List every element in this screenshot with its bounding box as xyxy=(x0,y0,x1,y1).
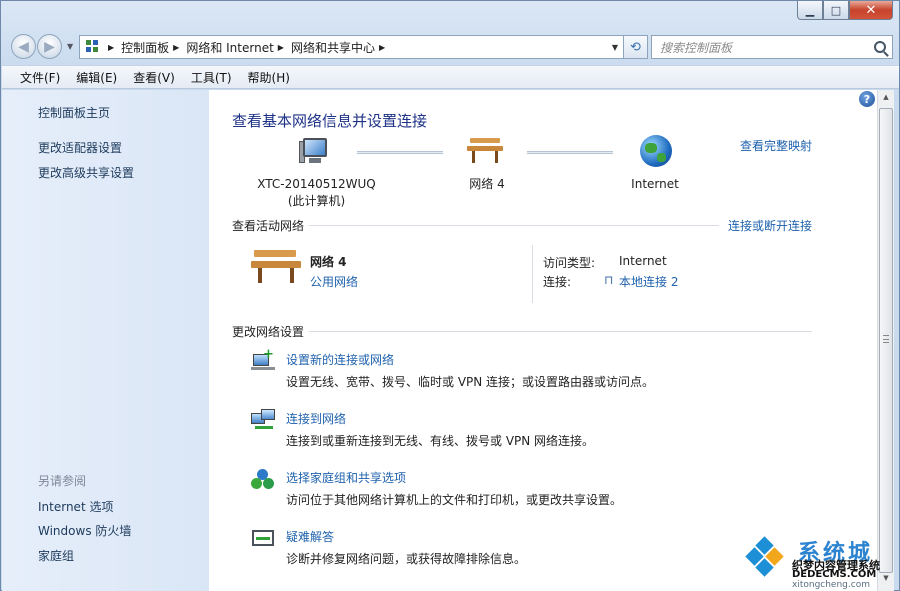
view-full-map-link[interactable]: 查看完整映射 xyxy=(740,137,812,154)
watermark-url: xitongcheng.com xyxy=(792,580,870,590)
ethernet-plug-icon: ⊓ xyxy=(604,273,614,287)
map-computer-label: XTC-20140512WUQ (此计算机) xyxy=(249,176,384,210)
control-panel-icon xyxy=(86,40,100,54)
task-troubleshoot-desc: 诊断并修复网络问题，或获得故障排除信息。 xyxy=(286,552,527,566)
back-button[interactable]: ◀ xyxy=(11,34,36,59)
task-troubleshoot-link[interactable]: 疑难解答 xyxy=(286,528,334,545)
task-homegroup-desc: 访问位于其他网络计算机上的文件和打印机，或更改共享设置。 xyxy=(286,493,623,507)
caption-buttons: ▁ □ ✕ xyxy=(797,1,893,20)
help-icon[interactable]: ? xyxy=(859,91,875,107)
watermark-logo-icon xyxy=(745,536,786,579)
breadcrumb-item[interactable]: 网络和共享中心 xyxy=(291,39,375,56)
minimize-button[interactable]: ▁ xyxy=(797,1,823,20)
access-type-label: 访问类型: xyxy=(543,256,596,270)
navigation-bar: ◀ ▶ ▼ ▶ 控制面板 ▶ 网络和 Internet ▶ 网络和共享中心 ▶ ▼ ⟲… xyxy=(9,32,894,60)
refresh-icon: ⟲ xyxy=(630,39,641,55)
menu-view[interactable]: 查看(V) xyxy=(125,67,183,88)
computer-icon xyxy=(299,138,331,166)
close-button[interactable]: ✕ xyxy=(849,1,893,20)
see-also-heading: 另请参阅 xyxy=(38,474,87,488)
forward-arrow-icon: ▶ xyxy=(44,38,55,55)
watermark: 系统城 织梦内容管理系统 DEDECMS.COM xitongcheng.com xyxy=(745,535,896,590)
connect-network-icon xyxy=(251,409,275,431)
active-network-name: 网络 4 xyxy=(310,255,347,269)
refresh-button[interactable]: ⟲ xyxy=(624,35,648,59)
map-network-label: 网络 4 xyxy=(469,177,505,191)
change-settings-heading: 更改网络设置 xyxy=(232,325,305,339)
computer-name: XTC-20140512WUQ xyxy=(257,177,376,191)
chevron-right-icon[interactable]: ▶ xyxy=(278,43,284,52)
scroll-up-icon[interactable]: ▲ xyxy=(878,93,894,107)
network-type-link[interactable]: 公用网络 xyxy=(310,273,358,290)
sidebar-windows-firewall[interactable]: Windows 防火墙 xyxy=(38,522,131,539)
network-bench-icon xyxy=(467,138,503,164)
internet-globe-icon xyxy=(640,135,672,167)
task-homegroup-link[interactable]: 选择家庭组和共享选项 xyxy=(286,469,406,486)
task-setup-connection-desc: 设置无线、宽带、拨号、临时或 VPN 连接；或设置路由器或访问点。 xyxy=(286,375,655,389)
sidebar-control-panel-home[interactable]: 控制面板主页 xyxy=(38,104,110,121)
divider xyxy=(309,225,719,226)
sidebar: 控制面板主页 更改适配器设置 更改高级共享设置 另请参阅 Internet 选项… xyxy=(2,90,209,591)
forward-button[interactable]: ▶ xyxy=(37,34,62,59)
sidebar-change-advanced-sharing[interactable]: 更改高级共享设置 xyxy=(38,164,134,181)
address-dropdown-icon[interactable]: ▼ xyxy=(607,43,623,52)
divider xyxy=(309,331,812,332)
maximize-button[interactable]: □ xyxy=(823,1,849,20)
sidebar-change-adapter-settings[interactable]: 更改适配器设置 xyxy=(38,139,122,156)
address-bar[interactable]: ▶ 控制面板 ▶ 网络和 Internet ▶ 网络和共享中心 ▶ ▼ xyxy=(79,35,624,59)
task-setup-connection-link[interactable]: 设置新的连接或网络 xyxy=(286,351,394,368)
explorer-window: ▁ □ ✕ ◀ ▶ ▼ ▶ 控制面板 ▶ 网络和 Internet ▶ 网络和共享中… xyxy=(0,0,900,591)
page-title: 查看基本网络信息并设置连接 xyxy=(232,112,428,130)
breadcrumb-item[interactable]: 控制面板 xyxy=(121,39,169,56)
main-content: ? 查看基本网络信息并设置连接 查看完整映射 XTC-20140512WUQ (… xyxy=(209,90,877,591)
active-network-bench-icon xyxy=(251,250,301,286)
task-connect-network-desc: 连接到或重新连接到无线、有线、拨号或 VPN 网络连接。 xyxy=(286,434,595,448)
sidebar-internet-options[interactable]: Internet 选项 xyxy=(38,498,113,515)
task-connect-network-link[interactable]: 连接到网络 xyxy=(286,410,346,427)
menu-bar: 文件(F) 编辑(E) 查看(V) 工具(T) 帮助(H) xyxy=(2,65,899,89)
map-connector-line xyxy=(357,151,443,154)
homegroup-icon xyxy=(251,468,275,490)
active-network-heading: 查看活动网络 xyxy=(232,219,305,233)
computer-sub: (此计算机) xyxy=(287,194,346,208)
back-arrow-icon: ◀ xyxy=(18,38,29,55)
sidebar-homegroup[interactable]: 家庭组 xyxy=(38,547,74,564)
menu-file[interactable]: 文件(F) xyxy=(12,67,68,88)
chevron-right-icon[interactable]: ▶ xyxy=(379,43,385,52)
search-input[interactable]: 搜索控制面板 xyxy=(660,39,732,56)
connect-disconnect-link[interactable]: 连接或断开连接 xyxy=(728,217,812,234)
menu-edit[interactable]: 编辑(E) xyxy=(68,67,125,88)
breadcrumb-item[interactable]: 网络和 Internet xyxy=(186,39,273,56)
watermark-line2: DEDECMS.COM xyxy=(792,569,877,580)
search-icon[interactable] xyxy=(874,41,886,53)
search-box[interactable]: 搜索控制面板 xyxy=(651,35,893,59)
vertical-divider xyxy=(532,245,533,303)
breadcrumb-root-chevron-icon[interactable]: ▶ xyxy=(104,43,121,52)
recent-pages-dropdown-icon[interactable]: ▼ xyxy=(67,42,73,51)
new-connection-icon: + xyxy=(251,348,275,372)
map-connector-line xyxy=(527,151,613,154)
menu-help[interactable]: 帮助(H) xyxy=(240,67,298,88)
breadcrumb: 控制面板 ▶ 网络和 Internet ▶ 网络和共享中心 ▶ xyxy=(121,39,392,56)
vertical-scrollbar[interactable]: ▲ ▼ xyxy=(877,90,894,591)
access-type-value: Internet xyxy=(619,254,667,268)
scrollbar-thumb[interactable] xyxy=(879,108,893,573)
connection-label: 连接: xyxy=(543,275,572,289)
map-internet-label: Internet xyxy=(631,177,679,191)
menu-tools[interactable]: 工具(T) xyxy=(183,67,240,88)
troubleshoot-icon xyxy=(251,527,275,549)
chevron-right-icon[interactable]: ▶ xyxy=(173,43,179,52)
local-connection-link[interactable]: 本地连接 2 xyxy=(619,273,678,290)
